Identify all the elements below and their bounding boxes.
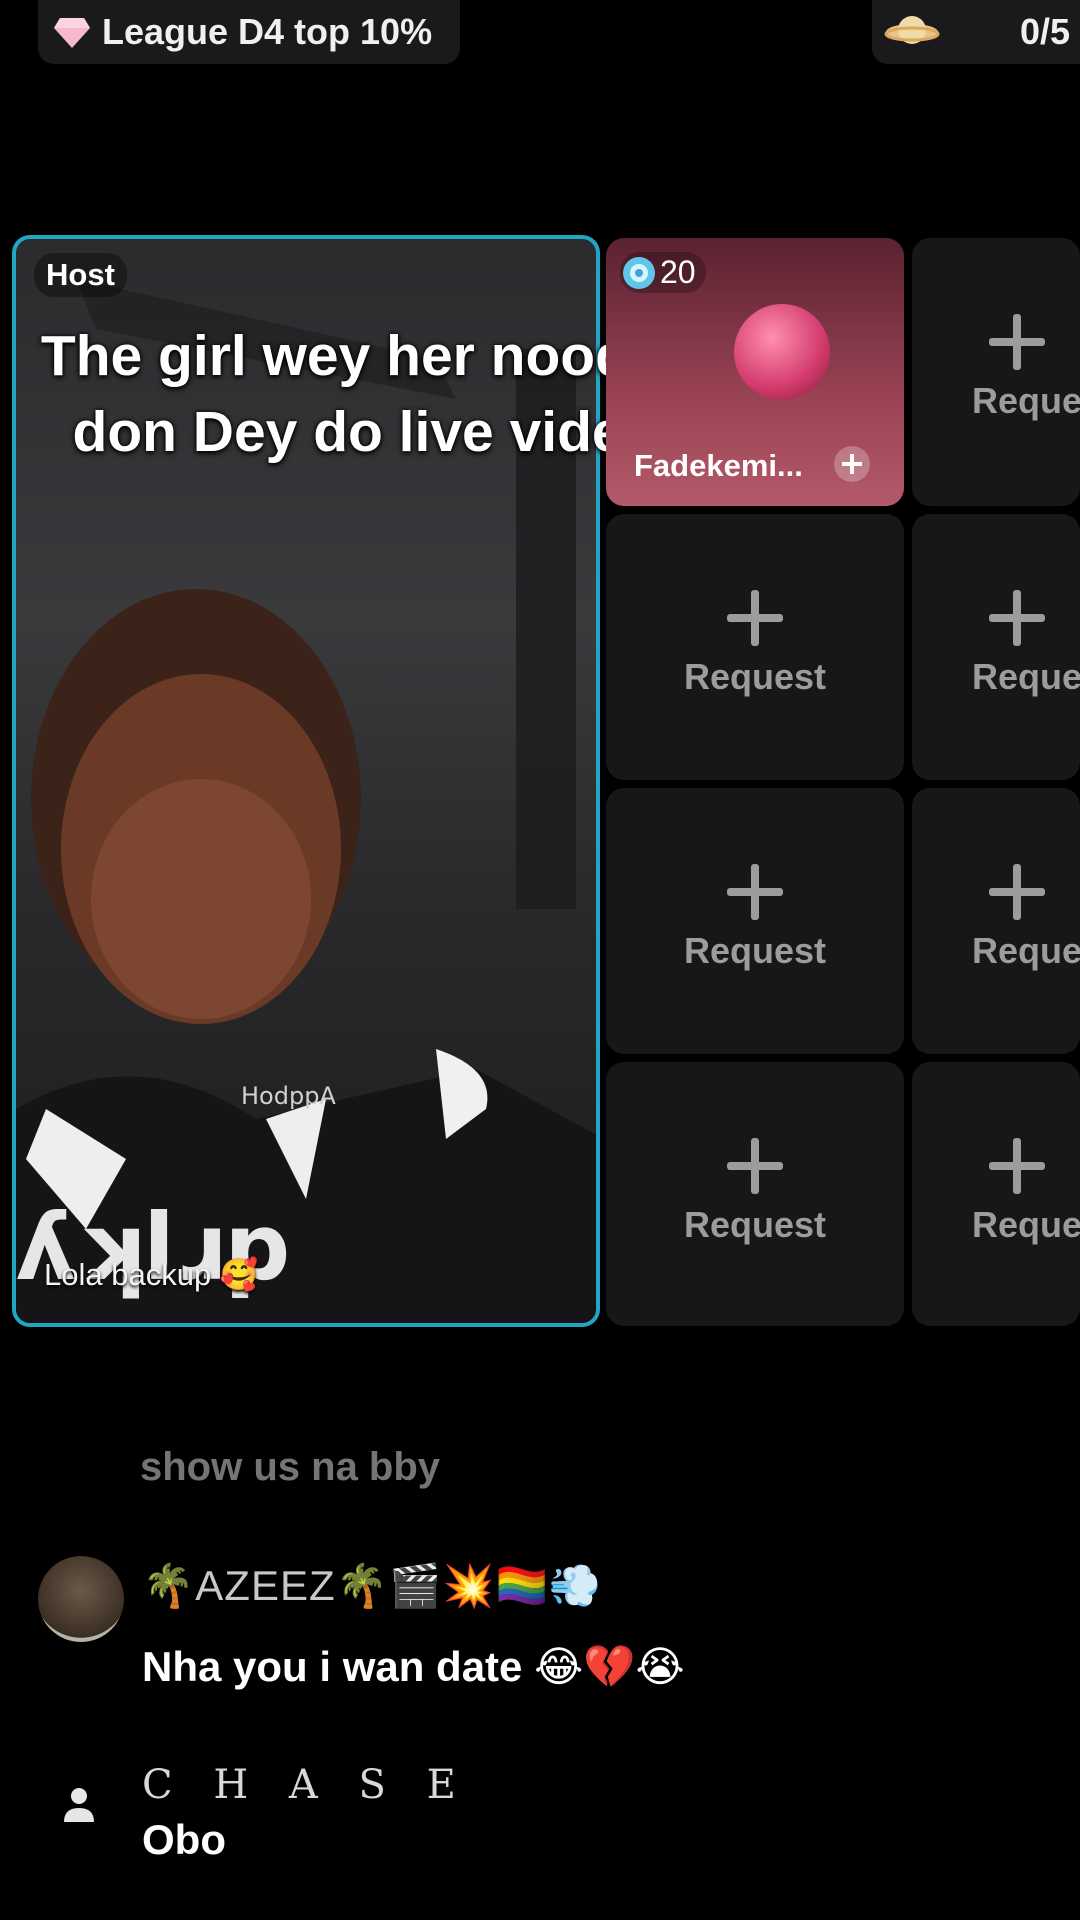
person-icon xyxy=(64,1788,94,1822)
request-slot[interactable]: Reque xyxy=(912,238,1080,506)
guest-score: 20 xyxy=(620,252,706,293)
request-label: Request xyxy=(683,656,827,697)
gem-icon xyxy=(54,18,90,48)
request-slot[interactable]: Request xyxy=(606,514,904,780)
plus-icon xyxy=(989,590,1045,646)
chat-message-text: Obo xyxy=(142,1816,226,1863)
request-label: Reque xyxy=(972,930,1080,971)
plus-icon xyxy=(989,314,1045,370)
plus-icon xyxy=(989,864,1045,920)
plus-icon xyxy=(989,1138,1045,1194)
guest-score-value: 20 xyxy=(660,254,696,290)
guest-tile-fadekemi[interactable]: 20 Fadekemi... xyxy=(606,238,904,506)
host-tag: Host xyxy=(34,253,127,297)
guest-name: Fadekemi... xyxy=(634,448,803,483)
guest-counter[interactable]: 0/5 xyxy=(872,0,1080,64)
plus-icon xyxy=(727,590,783,646)
guest-avatar xyxy=(734,304,830,400)
request-slot[interactable]: Reque xyxy=(912,788,1080,1054)
request-slot[interactable]: Request xyxy=(606,1062,904,1326)
chat-username[interactable]: C H A S E xyxy=(142,1762,470,1808)
request-slot[interactable]: Request xyxy=(606,788,904,1054)
chat-message-text: Nha you i wan date 😂💔😭 xyxy=(142,1643,685,1690)
request-label: Reque xyxy=(972,380,1080,421)
request-slot[interactable]: Reque xyxy=(912,514,1080,780)
star-badge-icon xyxy=(623,256,655,289)
request-label: Request xyxy=(683,1204,827,1245)
planet-icon xyxy=(884,16,940,44)
request-slot[interactable]: Reque xyxy=(912,1062,1080,1326)
request-label: Request xyxy=(683,930,827,971)
request-label: Reque xyxy=(972,1204,1080,1245)
plus-icon xyxy=(727,864,783,920)
counter-label: 0/5 xyxy=(1020,11,1071,52)
chat-message-faded: show us na bby xyxy=(140,1445,441,1489)
chat-username[interactable]: 🌴AZEEZ🌴🎬💥🏳️‍🌈💨 xyxy=(142,1562,602,1611)
svg-text:HodppA: HodppA xyxy=(241,1082,336,1110)
plus-icon xyxy=(727,1138,783,1194)
host-name: Lola backup 🥰 xyxy=(44,1257,259,1292)
league-badge[interactable]: League D4 top 10% xyxy=(38,0,460,64)
avatar[interactable] xyxy=(38,1556,124,1642)
league-label: League D4 top 10% xyxy=(102,11,433,52)
request-label: Reque xyxy=(972,656,1080,697)
follow-plus-icon[interactable] xyxy=(834,446,870,482)
